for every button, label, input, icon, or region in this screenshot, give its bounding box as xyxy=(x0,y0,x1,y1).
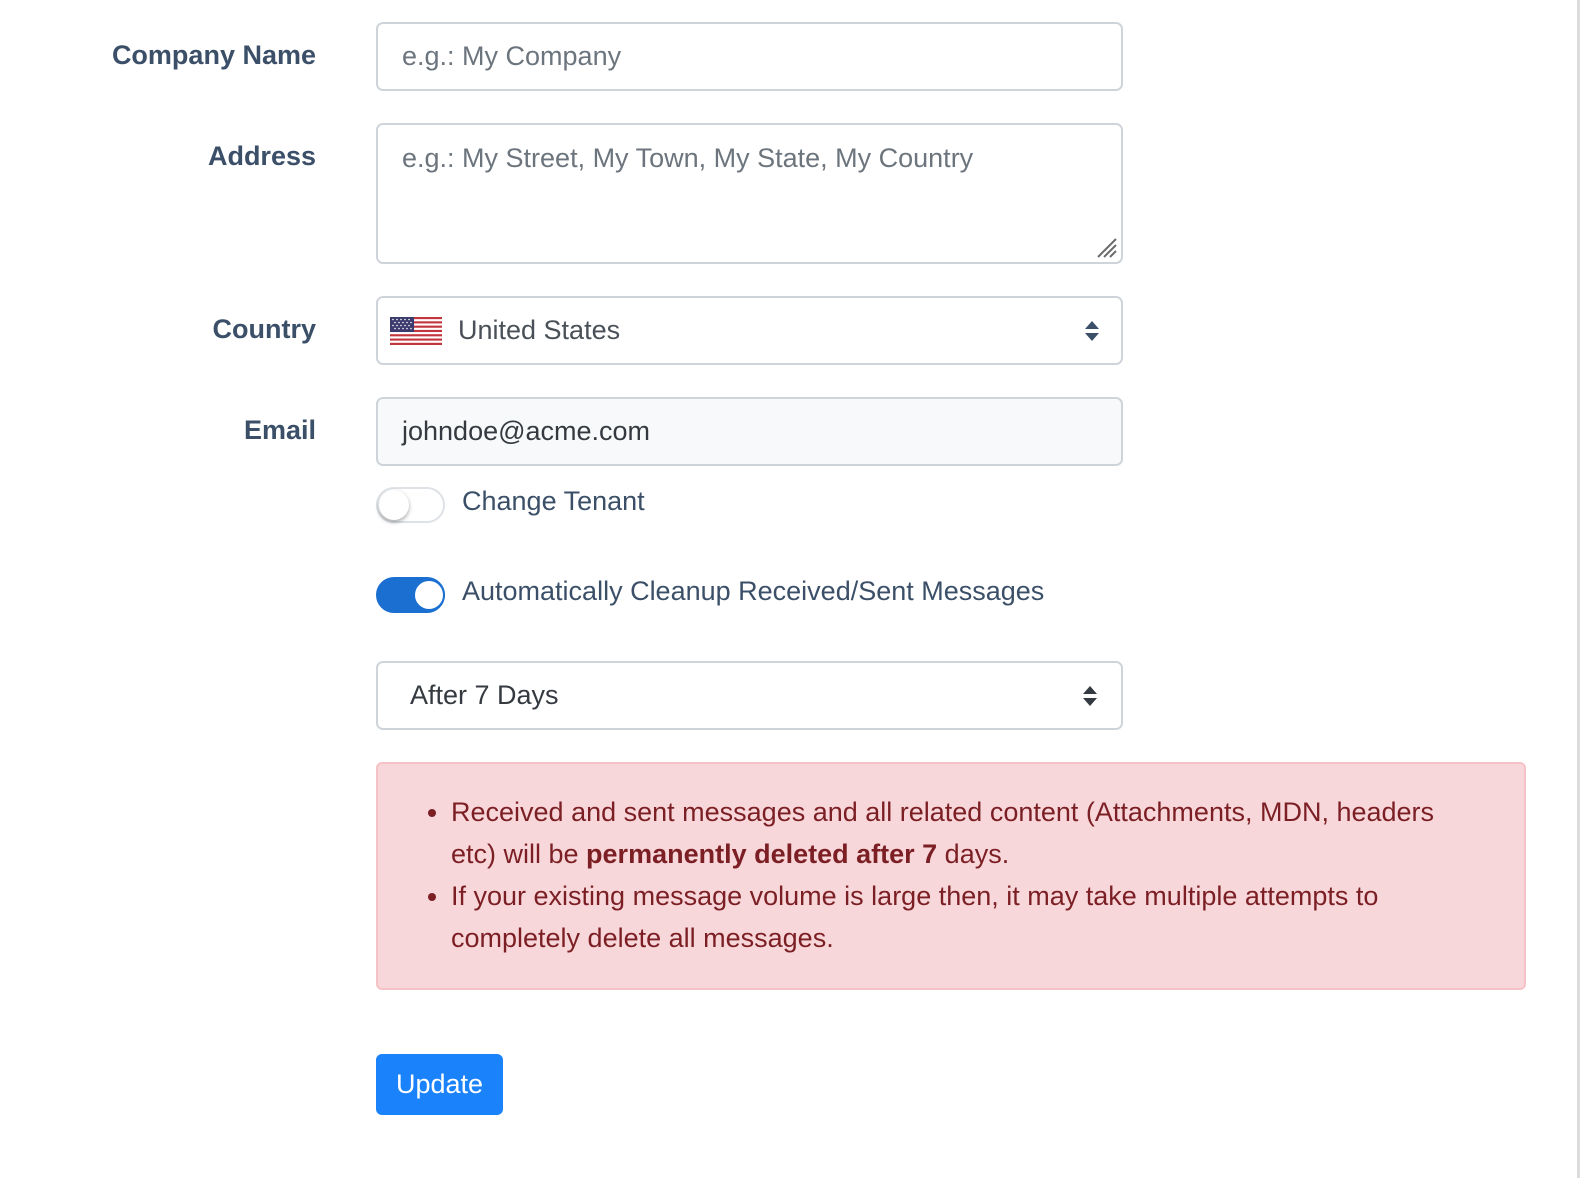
warning-emphasis: permanently deleted after 7 xyxy=(586,839,938,869)
company-settings-form: Company Name e.g.: My Company Address e.… xyxy=(0,0,1580,1178)
company-name-input[interactable]: e.g.: My Company xyxy=(376,22,1123,91)
warning-text: days. xyxy=(937,839,1010,869)
email-label: Email xyxy=(243,415,316,445)
country-label: Country xyxy=(212,314,317,344)
auto-cleanup-label[interactable]: Automatically Cleanup Received/Sent Mess… xyxy=(462,576,1044,607)
select-arrows-icon xyxy=(1085,320,1099,341)
resize-handle-icon[interactable] xyxy=(1094,235,1118,259)
address-textarea[interactable]: e.g.: My Street, My Town, My State, My C… xyxy=(376,123,1123,264)
change-tenant-toggle[interactable] xyxy=(376,487,445,523)
auto-cleanup-toggle[interactable] xyxy=(376,577,445,613)
change-tenant-label[interactable]: Change Tenant xyxy=(462,486,645,517)
email-input[interactable]: johndoe@acme.com xyxy=(376,397,1123,466)
cleanup-period-value: After 7 Days xyxy=(410,680,559,710)
email-value: johndoe@acme.com xyxy=(402,416,651,446)
select-arrows-icon xyxy=(1083,685,1097,706)
country-selected-value: United States xyxy=(458,315,621,345)
company-name-label: Company Name xyxy=(111,40,316,70)
address-placeholder: e.g.: My Street, My Town, My State, My C… xyxy=(402,143,974,173)
toggle-knob xyxy=(379,490,409,520)
warning-item: If your existing message volume is large… xyxy=(451,875,1484,959)
cleanup-warning-alert: Received and sent messages and all relat… xyxy=(376,762,1526,990)
us-flag-icon xyxy=(390,316,442,345)
warning-list: Received and sent messages and all relat… xyxy=(408,791,1484,959)
update-button[interactable]: Update xyxy=(376,1054,503,1115)
company-name-placeholder: e.g.: My Company xyxy=(402,41,622,71)
toggle-knob xyxy=(413,579,445,611)
cleanup-period-select[interactable]: After 7 Days xyxy=(376,661,1123,730)
warning-item: Received and sent messages and all relat… xyxy=(451,791,1484,875)
address-label: Address xyxy=(207,141,316,171)
country-select[interactable]: United States xyxy=(376,296,1123,365)
